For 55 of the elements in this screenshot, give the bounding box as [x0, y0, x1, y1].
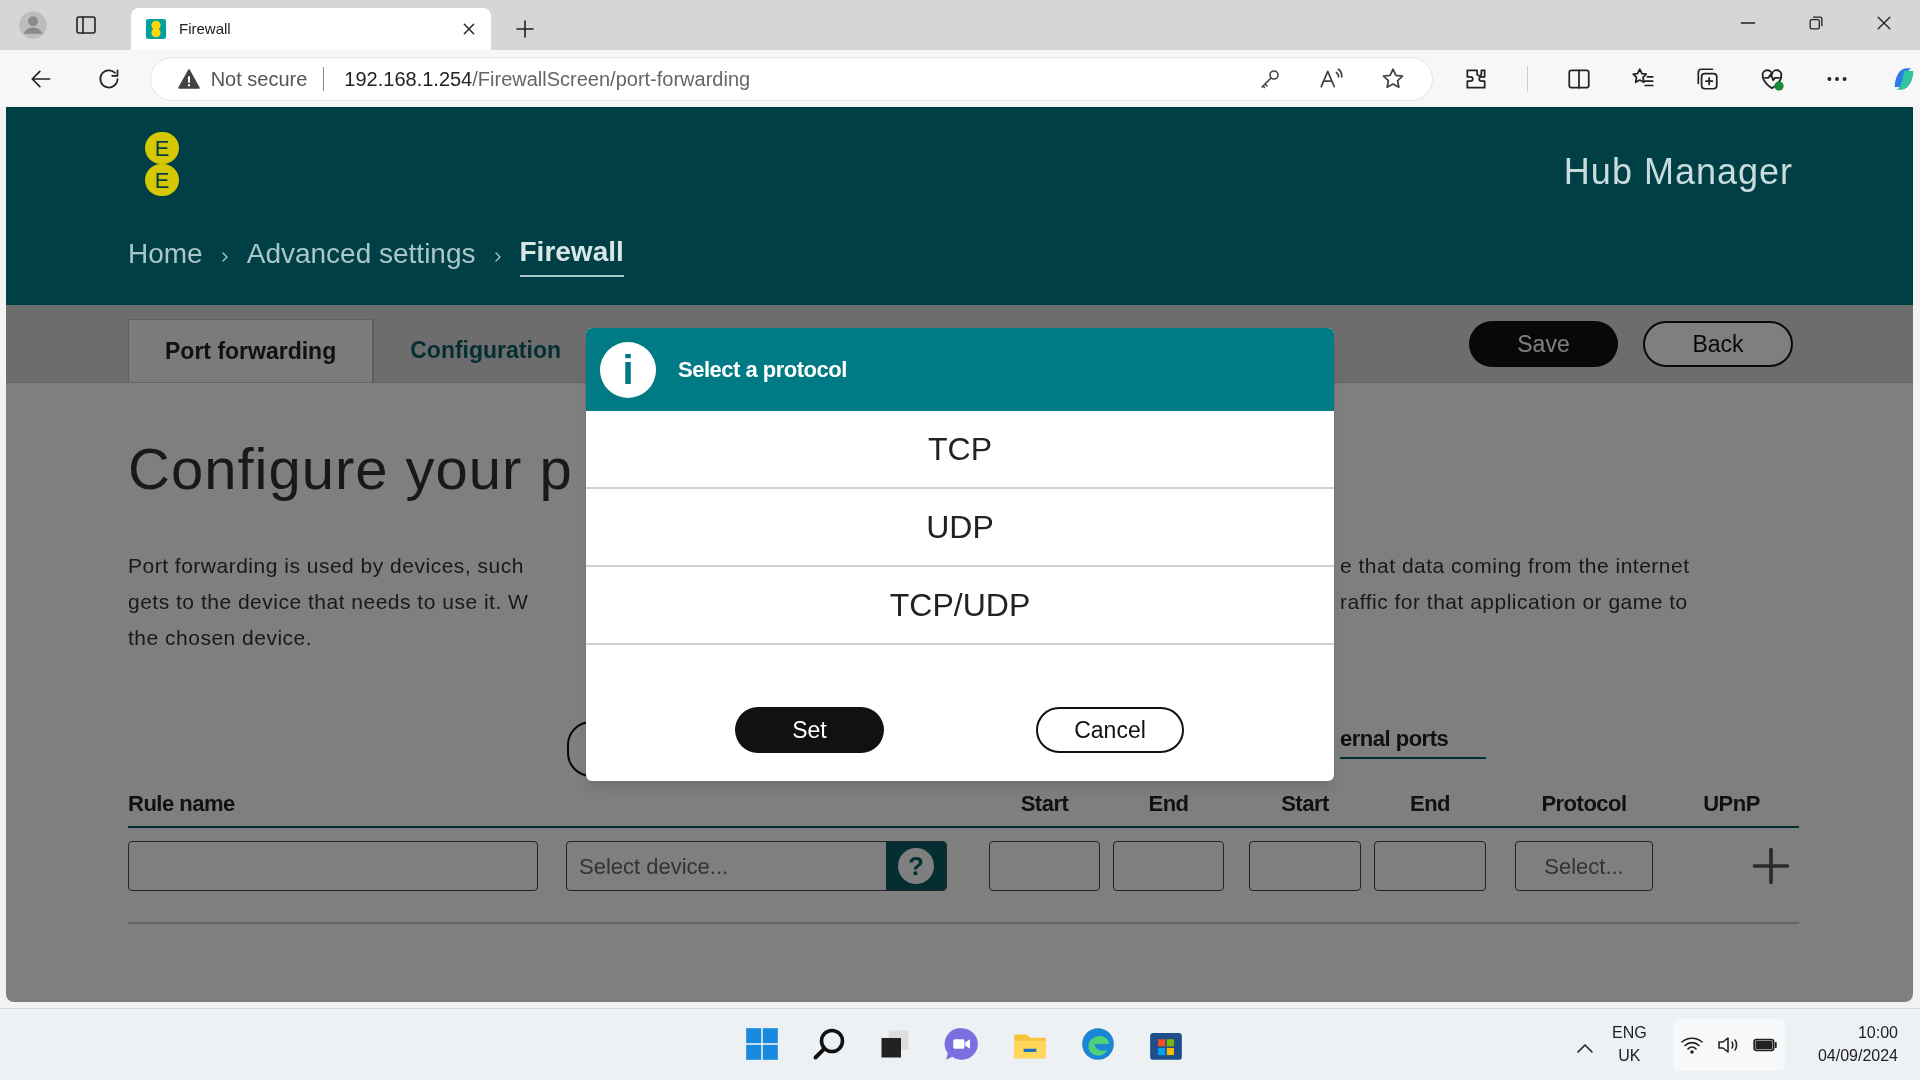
protocol-option[interactable]: TCP/UDP	[586, 567, 1334, 645]
logo-letter: E	[145, 164, 179, 196]
address-bar[interactable]: Not secure 192.168.1.254/FirewallScreen/port-forwarding	[149, 56, 1433, 101]
protocol-option[interactable]: UDP	[586, 489, 1334, 567]
browser-tab[interactable]: Firewall	[131, 8, 491, 50]
column-header: Protocol	[1541, 790, 1627, 818]
description-text: raffic for that application or game to	[1340, 589, 1689, 615]
search-icon[interactable]	[811, 1026, 847, 1062]
language-indicator[interactable]: ENG UK	[1612, 1021, 1647, 1067]
column-group-label: ernal ports	[1340, 722, 1486, 759]
column-header: UPnP	[1703, 790, 1760, 818]
browser-icon[interactable]	[1079, 1025, 1117, 1063]
column-header: Start	[1020, 790, 1069, 818]
system-tray[interactable]	[1673, 1019, 1785, 1071]
column-header: End	[1148, 790, 1189, 818]
description-text: the chosen device.	[128, 625, 314, 651]
collections-icon[interactable]	[1694, 65, 1720, 92]
description-text: gets to the device that needs to use it. W	[128, 589, 530, 615]
back-button[interactable]: Back	[1643, 321, 1793, 367]
device-select[interactable]: Select device... ?	[566, 841, 947, 891]
breadcrumb-link[interactable]: Firewall	[519, 231, 624, 277]
info-icon: i	[600, 341, 656, 398]
new-tab-icon[interactable]	[513, 17, 537, 41]
protocol-option[interactable]: TCP	[586, 411, 1334, 489]
video-chat-icon[interactable]	[943, 1025, 981, 1063]
set-button[interactable]: Set	[735, 707, 884, 753]
description-text: Port forwarding is used by devices, such	[128, 553, 525, 579]
close-icon[interactable]	[461, 21, 477, 37]
cancel-button[interactable]: Cancel	[1036, 707, 1184, 753]
tab-actions-icon[interactable]	[74, 13, 98, 37]
input-field[interactable]	[1249, 841, 1361, 891]
favicon-icon	[145, 18, 167, 40]
app-title: Hub Manager	[1563, 150, 1793, 194]
page-heading: Configure your p	[128, 435, 573, 503]
url-text[interactable]: 192.168.1.254/FirewallScreen/port-forwarding	[344, 63, 751, 94]
input-field[interactable]	[1374, 841, 1486, 891]
column-header: Start	[1281, 790, 1329, 818]
input-field[interactable]	[989, 841, 1100, 891]
warning-icon	[176, 66, 201, 91]
logo-letter: E	[145, 132, 179, 164]
tab-title: Firewall	[179, 18, 232, 39]
input-field[interactable]	[1113, 841, 1224, 891]
tab[interactable]: Port forwarding	[128, 319, 374, 382]
help-button[interactable]: ?	[886, 842, 946, 890]
clock[interactable]: 10:00 04/09/2024	[1817, 1021, 1898, 1067]
breadcrumb-link[interactable]: Home	[128, 233, 203, 275]
breadcrumb-link[interactable]: Advanced settings	[246, 233, 476, 275]
windows-start-icon[interactable]	[743, 1025, 781, 1063]
security-label: Not secure	[210, 66, 308, 92]
column-header: Rule name	[128, 790, 235, 818]
input-field[interactable]	[128, 841, 538, 891]
description-text: e that data coming from the internet	[1340, 553, 1690, 579]
save-button[interactable]: Save	[1469, 321, 1618, 367]
column-header: End	[1409, 790, 1451, 818]
dialog-title: Select a protocol	[678, 356, 847, 384]
